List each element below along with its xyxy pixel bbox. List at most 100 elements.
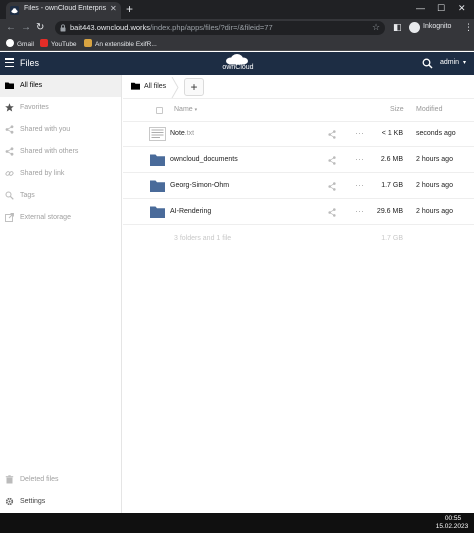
file-extension: .txt <box>184 130 195 137</box>
column-size[interactable]: Size <box>390 106 404 113</box>
browser-tab-strip: Files - ownCloud Enterprise Editi ✕ + — … <box>0 0 474 19</box>
url-text: bait443.owncloud.works/index.php/apps/fi… <box>70 23 273 32</box>
bookmark-page-icon <box>84 39 92 47</box>
sidebar-item-label: Settings <box>20 498 46 505</box>
bookmark-gmail[interactable]: Gmail <box>6 39 34 48</box>
sidebar-item-shared-with-others[interactable]: Shared with others <box>0 141 121 163</box>
external-storage-icon <box>5 213 14 222</box>
bookmark-label: YouTube <box>51 41 77 48</box>
bookmark-youtube[interactable]: YouTube <box>40 39 77 48</box>
file-size: < 1 KB <box>381 130 403 137</box>
incognito-label[interactable]: Inkognito <box>423 23 451 30</box>
sidebar: All files Favorites Shared with you Shar… <box>0 75 122 513</box>
youtube-icon <box>40 39 48 47</box>
sidebar-item-shared-by-link[interactable]: Shared by link <box>0 163 121 185</box>
owncloud-logo[interactable]: ownCloud <box>213 54 261 74</box>
browser-menu-icon[interactable]: ⋮ <box>464 22 473 33</box>
forward-arrow-icon[interactable]: → <box>21 22 31 34</box>
bookmark-exifreader[interactable]: An extensible ExifR... <box>84 39 157 48</box>
file-name[interactable]: owncloud_documents <box>170 156 238 163</box>
file-size: 29.6 MB <box>376 208 403 215</box>
search-icon[interactable] <box>422 58 433 69</box>
file-name[interactable]: Note.txt <box>170 130 194 137</box>
share-icon <box>5 147 14 156</box>
share-icon <box>5 125 14 134</box>
folder-icon[interactable] <box>131 82 140 90</box>
share-icon[interactable] <box>328 156 336 165</box>
share-icon[interactable] <box>328 130 336 139</box>
bookmark-star-icon[interactable]: ☆ <box>372 22 380 33</box>
file-modified: 2 hours ago <box>416 208 453 215</box>
file-size: 1.7 GB <box>381 182 403 189</box>
user-menu[interactable]: admin <box>440 59 459 66</box>
browser-tab[interactable]: Files - ownCloud Enterprise Editi ✕ <box>6 2 121 19</box>
link-icon <box>5 171 14 176</box>
incognito-icon[interactable] <box>409 22 420 33</box>
back-arrow-icon[interactable]: ← <box>6 22 16 34</box>
owncloud-favicon-icon <box>10 6 19 15</box>
file-name[interactable]: Georg-Simon-Ohm <box>170 182 229 189</box>
new-file-button[interactable]: + <box>184 78 204 96</box>
chevron-down-icon[interactable]: ▾ <box>463 59 466 66</box>
breadcrumb-separator-icon <box>171 77 179 98</box>
sidebar-item-label: Shared with you <box>20 126 71 133</box>
text-file-icon <box>149 127 166 141</box>
file-size: 2.6 MB <box>380 156 403 163</box>
sidebar-item-label: Tags <box>20 192 35 199</box>
sidebar-item-label: Deleted files <box>20 476 59 483</box>
sidebar-item-shared-with-you[interactable]: Shared with you <box>0 119 121 141</box>
table-header: Name ▾ Size Modified <box>123 99 474 122</box>
table-row[interactable]: Georg-Simon-Ohm ··· 1.7 GB 2 hours ago <box>123 174 474 199</box>
new-tab-button[interactable]: + <box>126 2 133 16</box>
share-icon[interactable] <box>328 208 336 217</box>
app-name[interactable]: Files <box>20 58 39 68</box>
tab-close-icon[interactable]: ✕ <box>110 4 117 13</box>
logo-text: ownCloud <box>222 64 254 71</box>
address-bar[interactable]: bait443.owncloud.works/index.php/apps/fi… <box>55 21 385 35</box>
bookmark-label: An extensible ExifR... <box>95 41 157 48</box>
file-list-area: All files + Name ▾ Size Modified Note.tx… <box>123 75 474 513</box>
reload-icon[interactable]: ↻ <box>36 22 44 34</box>
table-row[interactable]: owncloud_documents ··· 2.6 MB 2 hours ag… <box>123 148 474 173</box>
sort-caret-icon: ▾ <box>194 107 198 113</box>
trash-icon <box>5 475 14 484</box>
select-all-checkbox[interactable] <box>156 107 163 114</box>
sidebar-item-deleted-files[interactable]: Deleted files <box>0 469 121 491</box>
sidebar-item-tags[interactable]: Tags <box>0 185 121 207</box>
google-icon <box>6 39 14 47</box>
column-name-label: Name <box>174 106 193 113</box>
clock-time[interactable]: 00:55 <box>438 515 468 522</box>
star-icon <box>5 103 14 112</box>
file-summary: 3 folders and 1 file 1.7 GB <box>123 227 474 251</box>
app-header: Files ownCloud admin ▾ <box>0 52 474 75</box>
tab-title: Files - ownCloud Enterprise Editi <box>24 5 106 12</box>
minimize-button[interactable]: — <box>416 3 425 13</box>
sidebar-item-settings[interactable]: Settings <box>0 491 121 513</box>
sidebar-item-all-files[interactable]: All files <box>0 75 121 97</box>
maximize-button[interactable]: ☐ <box>437 3 445 14</box>
file-name[interactable]: AI-Rendering <box>170 208 211 215</box>
breadcrumb-all-files[interactable]: All files <box>144 83 166 90</box>
os-taskbar: 00:55 15.02.2023 <box>0 513 474 533</box>
table-row[interactable]: AI-Rendering ··· 29.6 MB 2 hours ago <box>123 200 474 225</box>
folder-icon <box>150 206 165 218</box>
hamburger-menu-icon[interactable] <box>5 58 14 68</box>
table-row[interactable]: Note.txt ··· < 1 KB seconds ago <box>123 122 474 147</box>
bookmarks-bar: Gmail YouTube An extensible ExifR... <box>0 37 474 51</box>
column-modified[interactable]: Modified <box>416 106 442 113</box>
share-icon[interactable] <box>328 182 336 191</box>
folder-icon <box>150 180 165 192</box>
sidebar-item-favorites[interactable]: Favorites <box>0 97 121 119</box>
close-window-button[interactable]: ✕ <box>458 3 466 14</box>
sidebar-item-label: Favorites <box>20 104 49 111</box>
sidebar-item-label: External storage <box>20 214 71 221</box>
column-name[interactable]: Name ▾ <box>174 106 197 113</box>
side-panel-icon[interactable]: ◧ <box>393 22 402 33</box>
bookmark-label: Gmail <box>17 41 34 48</box>
lock-icon <box>60 24 66 32</box>
summary-size: 1.7 GB <box>381 235 403 242</box>
breadcrumb: All files + <box>123 75 474 99</box>
clock-date[interactable]: 15.02.2023 <box>432 523 472 530</box>
file-modified: seconds ago <box>416 130 456 137</box>
sidebar-item-external-storage[interactable]: External storage <box>0 207 121 229</box>
